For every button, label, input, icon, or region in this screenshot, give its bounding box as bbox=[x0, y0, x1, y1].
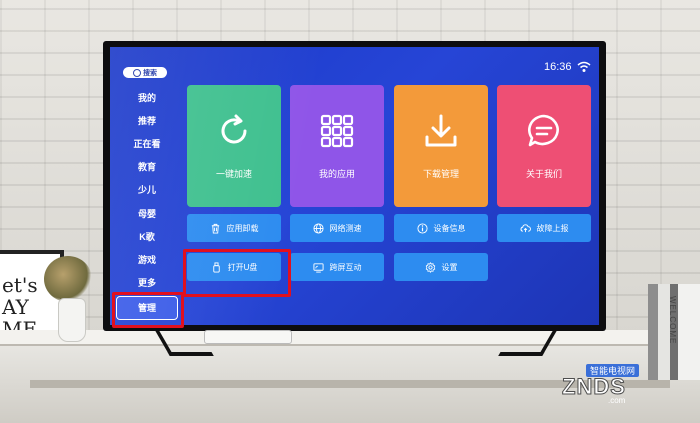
search-label: 搜索 bbox=[143, 69, 157, 77]
trash-icon bbox=[211, 223, 219, 234]
soundbar bbox=[204, 330, 292, 344]
tile-my-apps[interactable]: 我的应用 bbox=[290, 85, 384, 207]
highlight-open-usb bbox=[183, 249, 291, 297]
cast-screen-icon bbox=[312, 262, 324, 273]
book-spine-text: WELCOME bbox=[668, 296, 677, 345]
highlight-manage bbox=[112, 292, 184, 328]
button-label: 设置 bbox=[441, 262, 458, 272]
tile-label: 一键加速 bbox=[215, 168, 252, 179]
znds-watermark: 智能电视网 ZNDS .com bbox=[560, 362, 680, 406]
button-label: 故障上报 bbox=[536, 223, 569, 233]
globe-icon bbox=[312, 222, 324, 234]
fault-report-button[interactable]: 故障上报 bbox=[497, 214, 591, 242]
button-label: 跨屏互动 bbox=[329, 262, 362, 272]
tile-label: 我的应用 bbox=[318, 168, 355, 179]
download-icon bbox=[425, 114, 457, 146]
cabinet-top bbox=[0, 330, 700, 346]
tile-downloads[interactable]: 下载管理 bbox=[394, 85, 488, 207]
vase bbox=[58, 298, 86, 342]
tile-speed-up[interactable]: 一键加速 bbox=[187, 85, 281, 207]
sidebar-item-karaoke[interactable]: K歌 bbox=[122, 230, 172, 243]
gear-icon bbox=[425, 261, 435, 273]
sidebar-item-more[interactable]: 更多 bbox=[122, 276, 172, 289]
search-button[interactable]: 搜索 bbox=[123, 67, 167, 78]
tile-label: 下载管理 bbox=[422, 168, 459, 179]
button-label: 应用卸载 bbox=[226, 223, 259, 233]
sidebar-item-baby[interactable]: 母婴 bbox=[122, 207, 172, 220]
app-grid-icon bbox=[320, 114, 354, 147]
uninstall-apps-button[interactable]: 应用卸载 bbox=[187, 214, 281, 242]
sidebar-item-education[interactable]: 教育 bbox=[122, 160, 172, 173]
dried-flowers bbox=[44, 256, 92, 302]
device-info-button[interactable]: 设备信息 bbox=[394, 214, 488, 242]
watermark-url: .com bbox=[608, 396, 626, 405]
settings-button[interactable]: 设置 bbox=[394, 253, 488, 281]
button-label: 设备信息 bbox=[433, 223, 466, 233]
sidebar-item-kids[interactable]: 少儿 bbox=[122, 183, 172, 196]
sidebar-item-recommend[interactable]: 推荐 bbox=[122, 114, 172, 127]
refresh-icon bbox=[221, 114, 247, 143]
chat-bubble-icon bbox=[528, 114, 559, 146]
sidebar-item-mine[interactable]: 我的 bbox=[122, 91, 172, 104]
wifi-icon bbox=[577, 61, 591, 72]
sidebar-item-watching[interactable]: 正在看 bbox=[122, 137, 172, 150]
sidebar-item-games[interactable]: 游戏 bbox=[122, 253, 172, 266]
clock: 16:36 bbox=[544, 61, 572, 73]
tile-about-us[interactable]: 关于我们 bbox=[497, 85, 591, 207]
info-icon bbox=[416, 222, 428, 234]
network-speed-test-button[interactable]: 网络测速 bbox=[290, 214, 384, 242]
tile-label: 关于我们 bbox=[525, 168, 562, 179]
screen-mirroring-button[interactable]: 跨屏互动 bbox=[290, 253, 384, 281]
search-icon bbox=[133, 68, 141, 77]
cloud-upload-icon bbox=[520, 223, 531, 232]
button-label: 网络测速 bbox=[329, 223, 362, 233]
